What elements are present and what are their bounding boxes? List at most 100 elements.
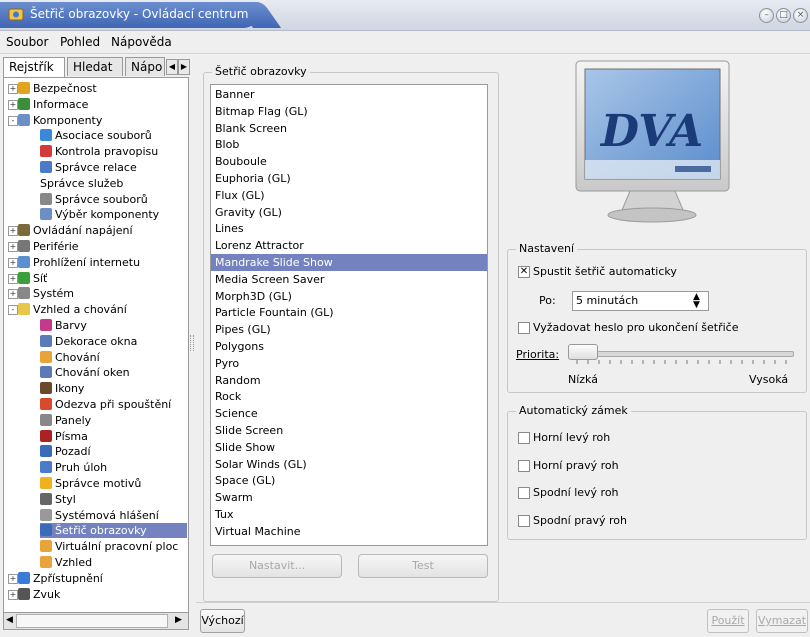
tree-item[interactable]: - Vzhled a chování	[8, 302, 167, 317]
tree-item[interactable]: Systémová hlášení	[40, 508, 188, 523]
screensaver-list[interactable]: Banner Bitmap Flag (GL) Blank Screen Blob Bo…	[210, 84, 488, 546]
tree-item[interactable]: Virtuální pracovní ploc	[40, 539, 188, 554]
tree-item[interactable]: - Komponenty	[8, 113, 142, 128]
screensaver-item[interactable]: Slide Show	[211, 439, 487, 456]
screensaver-item[interactable]: Space (GL)	[211, 472, 487, 489]
tree-item[interactable]: Dekorace okna	[40, 334, 177, 349]
tree-item[interactable]: Panely	[40, 413, 131, 428]
screensaver-item[interactable]: Particle Fountain (GL)	[211, 304, 487, 321]
expand-icon[interactable]: +	[8, 573, 18, 584]
scroll-thumb[interactable]	[16, 614, 168, 628]
screensaver-item[interactable]: Media Screen Saver	[211, 271, 487, 288]
screensaver-item[interactable]: Blank Screen	[211, 120, 487, 137]
expand-icon[interactable]: +	[8, 226, 18, 237]
screensaver-item[interactable]: Solar Winds (GL)	[211, 456, 487, 473]
tree-item[interactable]: + Zpřístupnění	[8, 571, 143, 586]
tree-item[interactable]: Chování oken	[40, 365, 170, 380]
screensaver-item[interactable]: Rock	[211, 388, 487, 405]
screensaver-item[interactable]: Bitmap Flag (GL)	[211, 103, 487, 120]
screensaver-item[interactable]: Tux	[211, 506, 487, 523]
screensaver-item[interactable]: Lorenz Attractor	[211, 237, 487, 254]
defaults-button[interactable]: Výchozí	[200, 609, 245, 633]
screensaver-item[interactable]: Pipes (GL)	[211, 321, 487, 338]
screensaver-item[interactable]: Euphoria (GL)	[211, 170, 487, 187]
scroll-left-arrow-icon[interactable]: ◀	[6, 615, 13, 625]
tree-item[interactable]: Správce souborů	[40, 192, 188, 207]
lock-bottom-left-checkbox[interactable]	[518, 487, 530, 499]
screensaver-item[interactable]: Morph3D (GL)	[211, 288, 487, 305]
lock-bottom-right-checkbox[interactable]	[518, 515, 530, 527]
screensaver-item[interactable]: Random	[211, 372, 487, 389]
screensaver-item[interactable]: Pyro	[211, 355, 487, 372]
tree-horizontal-scrollbar[interactable]: ◀ ▶	[3, 612, 189, 630]
panel-splitter[interactable]	[188, 57, 196, 633]
expand-icon[interactable]: +	[8, 242, 18, 252]
tree-item[interactable]: Správce motivů	[40, 476, 181, 491]
tree-item[interactable]: Pozadí	[40, 444, 131, 459]
expand-icon[interactable]: +	[8, 84, 18, 94]
tree-item[interactable]: + Ovládání napájení	[8, 223, 173, 238]
tab-scroll-left-icon[interactable]: ◀	[166, 59, 178, 75]
expand-icon[interactable]: +	[8, 289, 18, 300]
scroll-right-arrow-icon[interactable]: ▶	[175, 615, 182, 625]
expand-icon[interactable]: +	[8, 273, 18, 284]
timeout-spinbox[interactable]: 5 minutách ▲ ▼	[572, 291, 709, 311]
lock-top-right-checkbox[interactable]	[518, 460, 530, 472]
tree-item[interactable]: Kontrola pravopisu	[40, 144, 188, 159]
screensaver-item[interactable]: Science	[211, 405, 487, 422]
screensaver-item[interactable]: Banner	[211, 86, 487, 103]
tree-item[interactable]: Pruh úloh	[40, 460, 147, 475]
tree-item[interactable]: Styl	[40, 492, 116, 507]
tree-item[interactable]: + Síť	[8, 271, 87, 286]
screensaver-item[interactable]: Virtual Machine	[211, 523, 487, 540]
expand-icon[interactable]: +	[8, 257, 18, 268]
menu-view[interactable]: Pohled	[60, 35, 100, 49]
priority-slider-handle[interactable]	[568, 344, 598, 360]
screensaver-item[interactable]: Polygons	[211, 338, 487, 355]
close-button[interactable]: ×	[793, 8, 808, 23]
screensaver-item[interactable]: Bouboule	[211, 153, 487, 170]
tab-search[interactable]: Hledat	[67, 57, 123, 76]
reset-button[interactable]: Vymazat	[756, 609, 808, 633]
setup-button[interactable]: Nastavit...	[212, 554, 342, 578]
tree-item[interactable]: Správce služeb	[40, 176, 163, 191]
tree-item[interactable]: Šetřič obrazovky	[40, 523, 187, 539]
screensaver-item[interactable]: Slide Screen	[211, 422, 487, 439]
tree-item[interactable]: + Systém	[8, 286, 114, 301]
screensaver-item[interactable]: Mandrake Slide Show	[211, 254, 487, 271]
tree-item[interactable]: Správce relace	[40, 160, 177, 175]
tree-item[interactable]: Písma	[40, 429, 128, 444]
screensaver-item[interactable]: Lines	[211, 220, 487, 237]
tree-item[interactable]: Vzhled	[40, 555, 132, 570]
menu-file[interactable]: Soubor	[6, 35, 48, 49]
tab-help[interactable]: Nápo	[125, 57, 165, 76]
tree-item[interactable]: + Periférie	[8, 239, 119, 254]
tree-item[interactable]: Odezva při spouštění	[40, 397, 188, 412]
tree-item[interactable]: Chování	[40, 350, 140, 365]
require-password-checkbox[interactable]	[518, 322, 530, 334]
screensaver-item[interactable]: Gravity (GL)	[211, 204, 487, 221]
collapse-icon[interactable]: -	[8, 115, 18, 126]
minimize-button[interactable]: –	[759, 8, 774, 23]
tree-item[interactable]: + Informace	[8, 97, 128, 112]
tree-item[interactable]: Barvy	[40, 318, 127, 333]
apply-button[interactable]: Použít	[707, 609, 749, 633]
collapse-icon[interactable]: -	[8, 305, 18, 316]
lock-top-left-checkbox[interactable]	[518, 432, 530, 444]
tree-item[interactable]: + Zvuk	[8, 587, 100, 602]
maximize-button[interactable]: □	[776, 8, 791, 23]
tab-index[interactable]: Rejstřík	[3, 57, 65, 78]
screensaver-item[interactable]: Blob	[211, 136, 487, 153]
tree-item[interactable]: + Bezpečnost	[8, 81, 137, 96]
test-button[interactable]: Test	[358, 554, 488, 578]
spin-arrows-icon[interactable]: ▲ ▼	[693, 293, 700, 310]
auto-start-checkbox[interactable]: ✕	[518, 266, 530, 278]
screensaver-item[interactable]: Swarm	[211, 489, 487, 506]
module-tree[interactable]: + Bezpečnost + Informace - Komponenty Asociace…	[3, 77, 189, 615]
expand-icon[interactable]: +	[8, 589, 18, 600]
tree-item[interactable]: Asociace souborů	[40, 128, 188, 143]
screensaver-item[interactable]: Flux (GL)	[211, 187, 487, 204]
tree-item[interactable]: + Prohlížení internetu	[8, 255, 180, 270]
menu-help[interactable]: Nápověda	[111, 35, 172, 49]
priority-slider-track[interactable]	[570, 351, 794, 357]
